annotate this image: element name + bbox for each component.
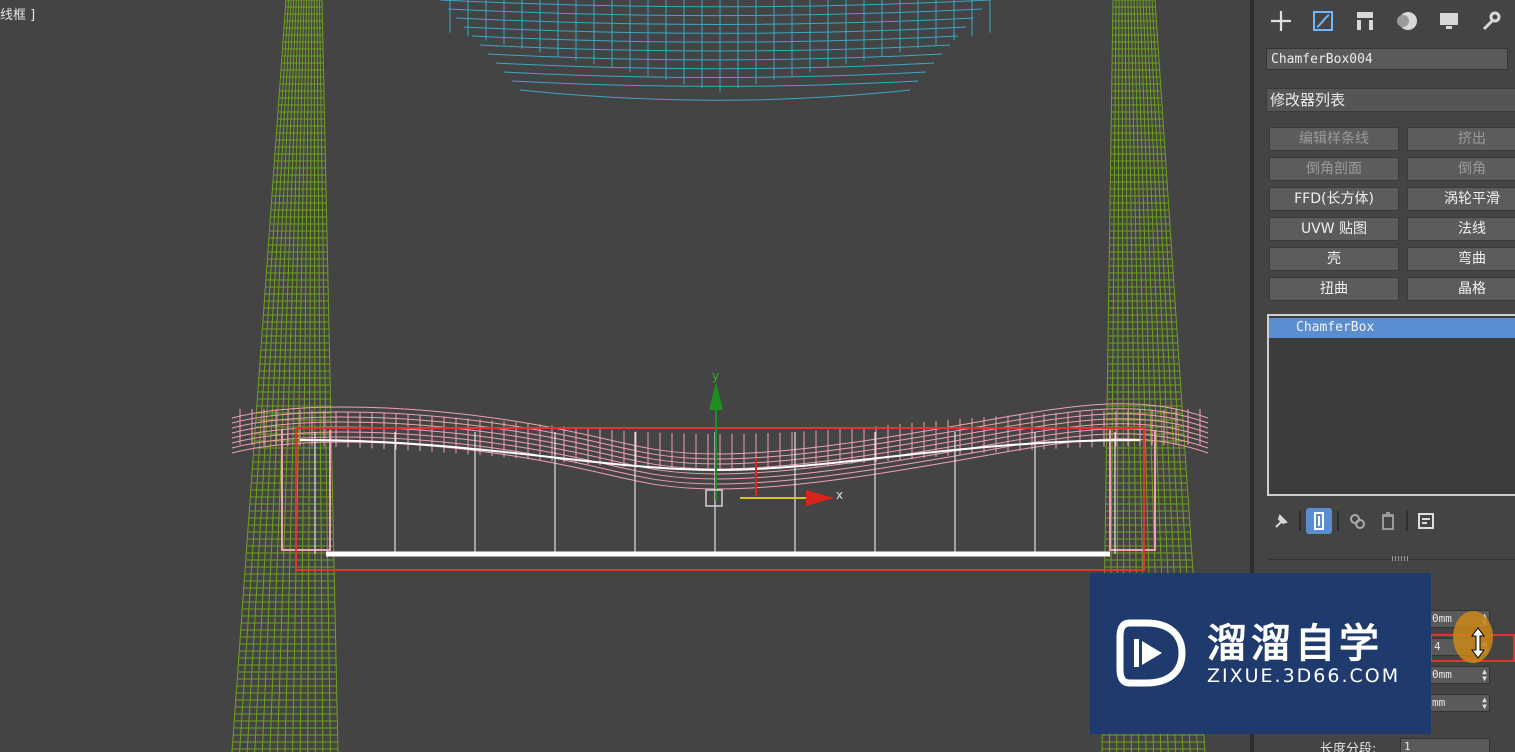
length-segments-spinner[interactable]: 1 <box>1400 738 1490 752</box>
play-logo-icon <box>1116 619 1186 687</box>
modifier-button[interactable]: 弯曲 <box>1407 247 1515 271</box>
resize-vertical-cursor-icon <box>1471 627 1485 659</box>
modifier-button[interactable]: 倒角剖面 <box>1269 157 1399 181</box>
cyan-mesh-row <box>503 71 927 79</box>
show-end-result-button[interactable] <box>1306 508 1332 534</box>
green-leg-left-line <box>316 0 324 752</box>
object-name-field[interactable]: ChamferBox004 <box>1266 48 1508 70</box>
toolbar-separator <box>1337 511 1339 531</box>
gizmo-x-arrow <box>806 490 834 506</box>
modifier-button[interactable]: 晶格 <box>1407 277 1515 301</box>
modify-icon <box>1313 11 1333 31</box>
gizmo-pivot <box>705 489 723 507</box>
length-segments-label: 长度分段: <box>1320 742 1377 752</box>
show-end-result-icon <box>1314 512 1324 530</box>
utilities-icon <box>1482 11 1501 31</box>
modifier-button[interactable]: 壳 <box>1269 247 1399 271</box>
tab-motion[interactable] <box>1388 6 1426 36</box>
tab-hierarchy[interactable] <box>1346 6 1384 36</box>
green-leg-left-line <box>313 0 316 752</box>
param-spinner-4-value: mm <box>1432 696 1446 709</box>
motion-icon <box>1397 12 1417 30</box>
stack-item-chamferbox[interactable]: ChamferBox <box>1269 318 1515 338</box>
viewport-front[interactable]: xy 线框 ] <box>0 0 1250 752</box>
cyan-mesh <box>439 0 991 101</box>
tab-utilities[interactable] <box>1472 6 1510 36</box>
cyan-mesh-row <box>495 62 935 70</box>
green-leg-left-line <box>231 0 287 752</box>
display-icon <box>1440 13 1458 29</box>
tab-display[interactable] <box>1430 6 1468 36</box>
modifier-button[interactable]: FFD(长方体) <box>1269 187 1399 211</box>
green-leg-left-line <box>307 0 313 752</box>
toolbar-separator <box>1406 511 1408 531</box>
pin-stack-button[interactable] <box>1268 508 1294 534</box>
modifier-button[interactable]: UVW 贴图 <box>1269 217 1399 241</box>
create-icon <box>1271 11 1291 31</box>
gizmo-y-label: y <box>712 369 719 383</box>
pin-icon <box>1275 514 1288 528</box>
tab-modify[interactable] <box>1304 6 1342 36</box>
modifier-button[interactable]: 倒角 <box>1407 157 1515 181</box>
configure-modifier-sets-button[interactable] <box>1413 508 1439 534</box>
cyan-mesh-row <box>471 35 959 43</box>
modifier-button[interactable]: 编辑样条线 <box>1269 127 1399 151</box>
green-leg-left-line <box>321 0 339 752</box>
param-spinner-4[interactable]: mm ▲ ▼ <box>1428 694 1490 712</box>
gizmo-y-arrow <box>709 382 723 410</box>
hierarchy-icon <box>1357 12 1373 30</box>
cyan-mesh-row <box>463 26 967 34</box>
watermark-title: 溜溜自学 <box>1207 621 1383 667</box>
cyan-mesh-row <box>479 44 951 52</box>
length-segments-value: 1 <box>1404 740 1411 752</box>
remove-modifier-button[interactable] <box>1375 508 1401 534</box>
gizmo-x-label: x <box>836 488 843 502</box>
make-unique-icon <box>1350 514 1365 529</box>
cyan-mesh-row <box>447 8 983 17</box>
trash-icon <box>1382 512 1394 530</box>
wireframe-scene[interactable]: xy <box>0 0 1250 752</box>
modifier-button[interactable]: 涡轮平滑 <box>1407 187 1515 211</box>
modifier-stack[interactable]: ChamferBox <box>1267 314 1515 496</box>
command-panel-tabs <box>1262 6 1510 38</box>
cyan-mesh-row <box>519 89 911 101</box>
param-spinner-3[interactable]: 0mm ▲ ▼ <box>1428 666 1490 684</box>
watermark-url: ZIXUE.3D66.COM <box>1207 665 1401 687</box>
modifier-list-dropdown[interactable]: 修改器列表 <box>1266 88 1515 112</box>
spinner-arrows-icon[interactable]: ▲▼ <box>1482 696 1487 711</box>
configure-icon <box>1418 513 1434 529</box>
tab-create[interactable] <box>1262 6 1300 36</box>
viewport-label[interactable]: 线框 ] <box>0 4 35 23</box>
green-leg-left <box>231 0 339 752</box>
toolbar-separator <box>1299 511 1301 531</box>
modifier-button[interactable]: 挤出 <box>1407 127 1515 151</box>
green-leg-left-line <box>318 0 331 752</box>
param-spinner-3-value: 0mm <box>1432 668 1452 681</box>
rollout-grip[interactable] <box>1392 556 1410 561</box>
param-spinner-1-value: 0mm <box>1432 612 1452 625</box>
make-unique-button[interactable] <box>1344 508 1370 534</box>
stack-toolbar <box>1268 508 1439 534</box>
cyan-mesh-row <box>455 17 975 25</box>
cyan-mesh-row <box>487 53 943 61</box>
watermark-banner: 溜溜自学 ZIXUE.3D66.COM <box>1090 573 1431 734</box>
pink-rail <box>231 403 1209 490</box>
modifier-button[interactable]: 法线 <box>1407 217 1515 241</box>
cyan-mesh-row <box>511 80 919 87</box>
spinner-arrows-icon[interactable]: ▲▼ <box>1482 668 1487 683</box>
green-leg-left-line <box>261 0 297 752</box>
modifier-button[interactable]: 扭曲 <box>1269 277 1399 301</box>
